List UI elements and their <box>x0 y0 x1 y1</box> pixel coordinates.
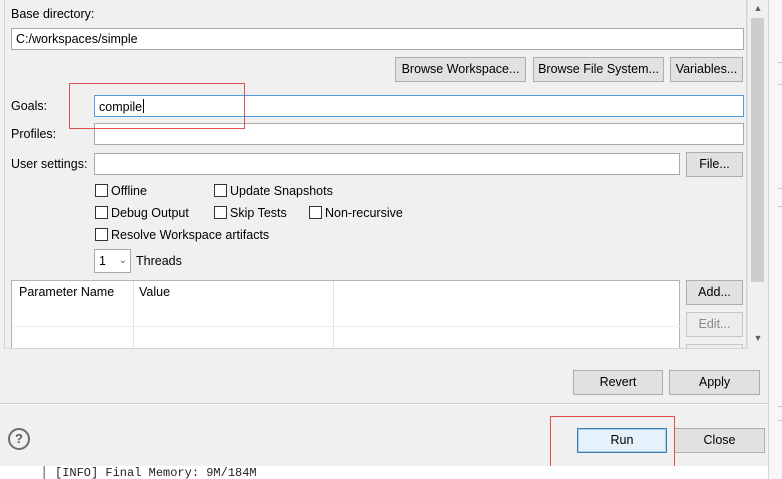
debug-output-label: Debug Output <box>111 206 189 220</box>
resolve-workspace-label: Resolve Workspace artifacts <box>111 228 270 242</box>
non-recursive-checkbox[interactable]: Non-recursive <box>309 205 403 221</box>
dialog-separator-highlight <box>0 404 768 405</box>
debug-output-checkbox[interactable]: Debug Output <box>95 205 189 221</box>
resolve-workspace-checkbox[interactable]: Resolve Workspace artifacts <box>95 227 269 243</box>
checkbox-box[interactable] <box>95 228 108 241</box>
goals-field[interactable]: compile <box>94 95 744 117</box>
strip-tick <box>778 206 782 207</box>
offline-label: Offline <box>111 184 147 198</box>
threads-select[interactable]: 1 ⌄ <box>94 249 131 273</box>
strip-tick <box>778 84 782 85</box>
threads-value: 1 <box>99 254 106 268</box>
scrollbar-thumb[interactable] <box>751 18 764 282</box>
main-tab-panel: Base directory: C:/workspaces/simple Bro… <box>4 0 747 349</box>
update-snapshots-label: Update Snapshots <box>230 184 333 198</box>
threads-label: Threads <box>136 254 182 268</box>
chevron-down-icon[interactable]: ⌄ <box>119 250 127 272</box>
column-divider <box>133 281 134 348</box>
profiles-label: Profiles: <box>11 127 57 141</box>
strip-tick <box>778 406 782 407</box>
base-directory-field[interactable]: C:/workspaces/simple <box>11 28 744 50</box>
checkbox-box[interactable] <box>214 206 227 219</box>
column-header-value[interactable]: Value <box>139 285 170 299</box>
user-settings-label: User settings: <box>11 157 88 171</box>
parameters-table[interactable]: Parameter Name Value <box>11 280 681 348</box>
close-button[interactable]: Close <box>674 428 765 453</box>
goals-value: compile <box>99 100 143 114</box>
remove-parameter-button[interactable] <box>686 344 743 348</box>
skip-tests-label: Skip Tests <box>230 206 287 220</box>
offline-checkbox[interactable]: Offline <box>95 183 147 199</box>
scroll-down-arrow-icon[interactable]: ▼ <box>748 330 768 347</box>
run-button[interactable]: Run <box>577 428 667 453</box>
run-configuration-dialog: Base directory: C:/workspaces/simple Bro… <box>0 0 768 465</box>
checkbox-box[interactable] <box>214 184 227 197</box>
help-icon[interactable]: ? <box>8 428 30 450</box>
strip-tick <box>778 62 782 63</box>
strip-tick <box>778 188 782 189</box>
console-output-line: [INFO] Final Memory: 9M/184M <box>44 466 768 479</box>
add-parameter-button[interactable]: Add... <box>686 280 743 305</box>
console-gutter <box>0 466 44 479</box>
goals-label: Goals: <box>11 99 48 113</box>
vertical-scrollbar[interactable]: ▲ ▼ <box>747 0 767 349</box>
revert-button[interactable]: Revert <box>573 370 663 395</box>
checkbox-box[interactable] <box>95 184 108 197</box>
browse-file-system-button[interactable]: Browse File System... <box>533 57 664 82</box>
update-snapshots-checkbox[interactable]: Update Snapshots <box>214 183 333 199</box>
base-directory-label: Base directory: <box>11 7 95 21</box>
checkbox-box[interactable] <box>95 206 108 219</box>
edit-parameter-button[interactable]: Edit... <box>686 312 743 337</box>
profiles-field[interactable] <box>94 123 744 145</box>
non-recursive-label: Non-recursive <box>325 206 403 220</box>
apply-button[interactable]: Apply <box>669 370 760 395</box>
user-settings-field[interactable] <box>94 153 680 175</box>
row-divider <box>12 326 681 327</box>
skip-tests-checkbox[interactable]: Skip Tests <box>214 205 287 221</box>
browse-workspace-button[interactable]: Browse Workspace... <box>395 57 526 82</box>
strip-tick <box>778 420 782 421</box>
background-editor-strip <box>768 0 782 479</box>
checkbox-box[interactable] <box>309 206 322 219</box>
scroll-up-arrow-icon[interactable]: ▲ <box>748 0 768 17</box>
column-divider <box>333 281 334 348</box>
variables-button[interactable]: Variables... <box>670 57 743 82</box>
column-header-parameter-name[interactable]: Parameter Name <box>19 285 114 299</box>
file-button[interactable]: File... <box>686 152 743 177</box>
text-caret <box>143 99 145 113</box>
